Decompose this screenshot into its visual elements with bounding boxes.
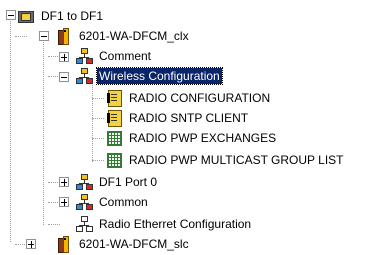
tree-node-label: 6201-WA-DFCM_slc (79, 237, 189, 251)
tree-hguide (92, 98, 104, 99)
tree-node-label: RADIO PWP MULTICAST GROUP LIST (129, 153, 344, 167)
tree-node-wireless-configuration[interactable]: Wireless Configuration (75, 67, 223, 85)
tree-hguide (48, 224, 60, 225)
grid-table-icon (105, 151, 123, 169)
tree-node-radio-pwp-multicast-group-list[interactable]: RADIO PWP MULTICAST GROUP LIST (105, 151, 345, 169)
expand-toggle-common[interactable] (59, 197, 69, 207)
config-document-icon (105, 109, 123, 127)
tree-node-df1-port-0[interactable]: DF1 Port 0 (75, 173, 159, 191)
tree-node-clx[interactable]: 6201-WA-DFCM_clx (55, 27, 191, 45)
ethernet-icon (75, 215, 93, 233)
tree-node-common[interactable]: Common (75, 193, 150, 211)
expand-toggle-comment[interactable] (59, 52, 69, 62)
controller-icon (55, 27, 73, 45)
collapse-toggle-root[interactable] (6, 10, 16, 20)
tree-guide-root (10, 15, 11, 242)
collapse-toggle-clx[interactable] (39, 31, 49, 41)
tree-hguide (15, 36, 27, 37)
tree-node-label: Comment (99, 49, 152, 63)
tree-node-label: 6201-WA-DFCM_clx (79, 29, 189, 43)
tree-node-radio-etherret-configuration[interactable]: Radio Etherret Configuration (75, 215, 253, 233)
tree-guide-wireless (92, 82, 93, 162)
tree-node-radio-pwp-exchanges[interactable]: RADIO PWP EXCHANGES (105, 129, 278, 147)
network-nodes-icon (75, 47, 93, 65)
tree-node-label: Common (99, 195, 148, 209)
tree-guide-controller (43, 40, 44, 225)
tree-hguide (92, 160, 104, 161)
tree-hguide (92, 118, 104, 119)
tree-node-radio-sntp-client[interactable]: RADIO SNTP CLIENT (105, 109, 250, 127)
tree-node-label: RADIO SNTP CLIENT (129, 111, 249, 125)
collapse-toggle-wireless[interactable] (59, 72, 69, 82)
tree-hguide (92, 138, 104, 139)
network-nodes-icon (75, 193, 93, 211)
tree-node-label: RADIO CONFIGURATION (129, 91, 271, 105)
tree-node-label: Radio Etherret Configuration (99, 217, 252, 231)
network-nodes-icon (75, 173, 93, 191)
config-document-icon (105, 89, 123, 107)
expand-toggle-slc[interactable] (26, 239, 36, 249)
controller-icon (55, 235, 73, 253)
tree-node-slc[interactable]: 6201-WA-DFCM_slc (55, 235, 191, 253)
tree-node-label-selected: Wireless Configuration (96, 67, 223, 85)
tree-node-radio-configuration[interactable]: RADIO CONFIGURATION (105, 89, 272, 107)
tree-node-label: DF1 Port 0 (99, 175, 158, 189)
tree-node-comment[interactable]: Comment (75, 47, 153, 65)
tree-node-label: DF1 to DF1 (41, 9, 104, 23)
project-tree[interactable]: DF1 to DF1 6201-WA-DFCM_clx Comment Wire… (0, 0, 369, 255)
network-folder-icon (17, 7, 35, 25)
grid-table-icon (105, 129, 123, 147)
tree-node-root[interactable]: DF1 to DF1 (17, 7, 105, 25)
network-nodes-icon (75, 67, 93, 85)
tree-node-label: RADIO PWP EXCHANGES (129, 131, 277, 145)
expand-toggle-df1-port-0[interactable] (59, 177, 69, 187)
